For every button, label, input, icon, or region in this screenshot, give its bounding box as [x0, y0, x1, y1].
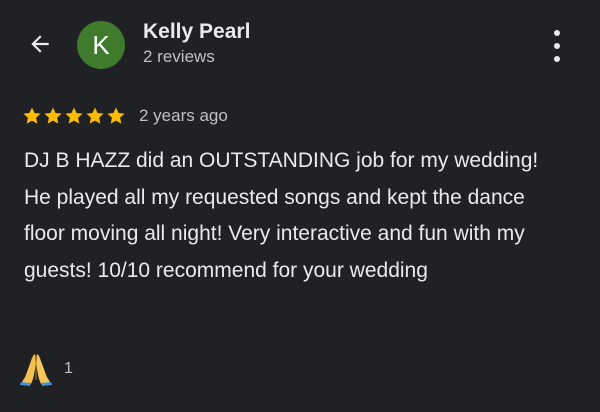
rating-row: 2 years ago — [22, 102, 228, 130]
star-icon — [23, 107, 41, 124]
reaction-button[interactable]: 1 — [20, 352, 73, 386]
more-vert-dot — [554, 56, 560, 62]
more-vert-icon — [554, 30, 560, 36]
review-text: DJ B HAZZ did an OUTSTANDING job for my … — [24, 149, 539, 282]
star-icon — [44, 107, 62, 124]
more-options-button[interactable] — [547, 30, 567, 62]
more-vert-dot — [554, 43, 560, 49]
star-icon — [107, 107, 125, 124]
back-button[interactable] — [24, 28, 56, 60]
reviewer-name[interactable]: Kelly Pearl — [143, 20, 250, 44]
folded-hands-icon — [20, 354, 52, 386]
star-rating — [22, 106, 126, 126]
reaction-count: 1 — [64, 360, 73, 377]
review-header: K Kelly Pearl 2 reviews — [0, 0, 600, 90]
star-icon — [86, 107, 104, 124]
review-time: 2 years ago — [139, 106, 228, 125]
star-icon — [65, 107, 83, 124]
review-count: 2 reviews — [143, 47, 215, 66]
avatar-letter: K — [92, 29, 110, 60]
arrow-back-icon — [31, 35, 49, 53]
avatar[interactable]: K — [77, 21, 125, 69]
